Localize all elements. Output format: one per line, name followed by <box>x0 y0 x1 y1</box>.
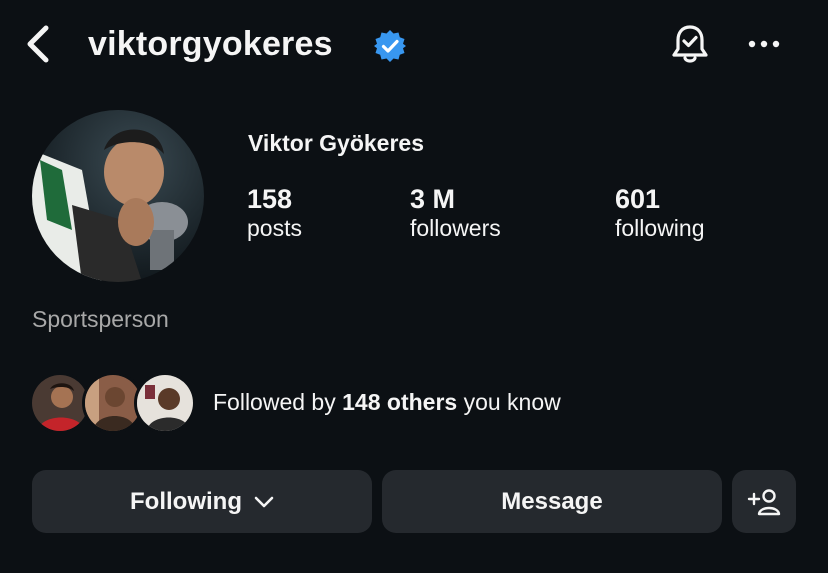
posts-count: 158 <box>247 184 293 214</box>
profile-username: viktorgyokeres <box>88 25 333 63</box>
chevron-down-icon <box>254 496 274 507</box>
more-options-button[interactable] <box>744 26 784 62</box>
posts-stat[interactable]: 158 posts <box>247 184 302 242</box>
add-person-icon <box>747 488 781 515</box>
followers-count: 3 M <box>410 184 456 214</box>
following-label: following <box>615 215 705 241</box>
notification-bell-icon <box>672 25 708 63</box>
profile-avatar[interactable] <box>32 110 204 282</box>
following-button[interactable]: Following <box>32 470 372 533</box>
message-button-label: Message <box>501 487 603 515</box>
followed-by-count: 148 others <box>342 389 458 415</box>
more-options-icon <box>748 40 780 48</box>
profile-category: Sportsperson <box>32 306 169 332</box>
back-arrow-icon <box>27 25 49 63</box>
back-button[interactable] <box>22 22 56 66</box>
posts-label: posts <box>247 215 302 241</box>
followed-by-text[interactable]: Followed by 148 others you know <box>213 389 561 416</box>
following-count: 601 <box>615 184 661 214</box>
followers-stat[interactable]: 3 M followers <box>410 184 501 242</box>
following-button-label: Following <box>130 487 242 515</box>
followed-by-prefix: Followed by <box>213 389 343 415</box>
profile-display-name: Viktor Gyökeres <box>248 130 425 156</box>
message-button[interactable]: Message <box>382 470 722 533</box>
notification-bell-button[interactable] <box>666 20 714 68</box>
add-user-button[interactable] <box>732 470 796 533</box>
mutual-follower-avatar[interactable] <box>134 372 196 434</box>
followed-by-suffix: you know <box>457 389 561 415</box>
verified-badge-icon <box>372 28 408 64</box>
following-stat[interactable]: 601 following <box>615 184 705 242</box>
followers-label: followers <box>410 215 501 241</box>
